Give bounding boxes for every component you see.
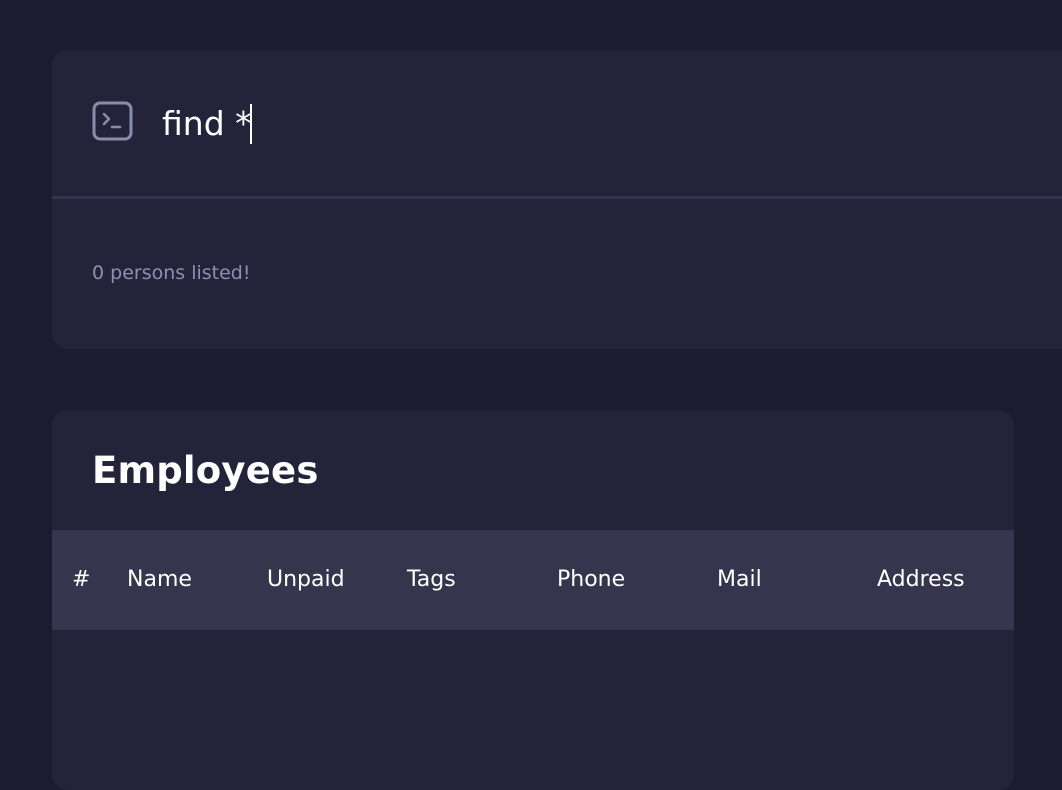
column-header-name[interactable]: Name [127,565,192,595]
terminal-icon [92,101,133,141]
column-header-mail[interactable]: Mail [717,565,762,595]
employees-panel: Employees # Name Unpaid Tags Phone Mail … [52,410,1014,790]
divider [52,196,1062,199]
text-cursor [250,104,252,144]
command-panel: 0 persons listed! [52,50,1062,349]
column-header-phone[interactable]: Phone [557,565,625,595]
command-bar [52,50,1062,196]
command-input[interactable] [162,102,862,146]
column-header-index[interactable]: # [72,565,90,595]
column-header-tags[interactable]: Tags [407,565,456,595]
employees-title: Employees [92,449,319,492]
column-header-unpaid[interactable]: Unpaid [267,565,345,595]
result-message: 0 persons listed! [92,262,251,284]
employees-table-header: # Name Unpaid Tags Phone Mail Address [52,530,1014,630]
column-header-address[interactable]: Address [877,565,965,595]
